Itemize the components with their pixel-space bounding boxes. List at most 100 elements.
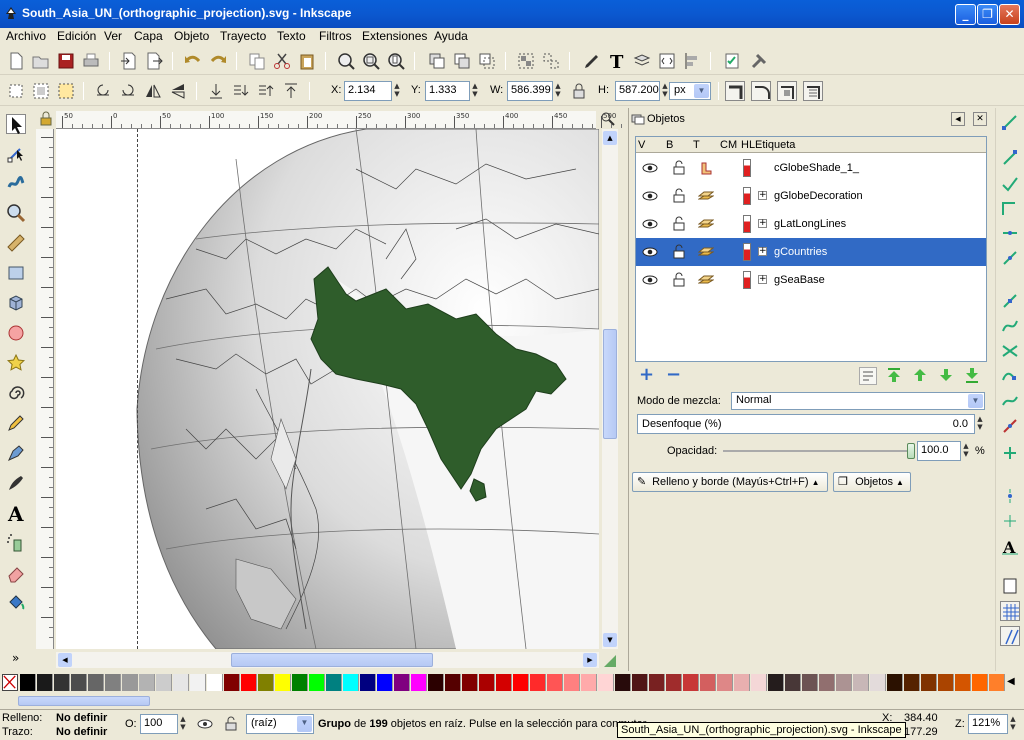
align-dialog-icon[interactable] xyxy=(682,51,702,71)
redo-icon[interactable] xyxy=(208,51,228,71)
minimize-button[interactable]: _ xyxy=(955,4,976,25)
cut-icon[interactable] xyxy=(272,51,292,71)
menu-archivo[interactable]: Archivo xyxy=(6,29,46,43)
menu-trayecto[interactable]: Trayecto xyxy=(220,29,266,43)
w-field[interactable]: 586.399 xyxy=(507,81,553,101)
menu-filtros[interactable]: Filtros xyxy=(319,29,352,43)
color-swatch[interactable] xyxy=(428,674,444,691)
color-swatch[interactable] xyxy=(955,674,971,691)
highlight-color-swatch[interactable] xyxy=(743,271,751,289)
rotate-ccw-icon[interactable] xyxy=(93,81,113,101)
zoom-corner-icon[interactable] xyxy=(600,111,616,127)
close-panel-icon[interactable]: ✕ xyxy=(973,112,987,126)
vertical-scrollbar[interactable]: ▲ ▼ xyxy=(602,129,618,649)
text-font-dialog-icon[interactable]: T xyxy=(607,51,627,73)
w-spin-arrows[interactable]: ▲ ▼ xyxy=(553,82,563,100)
open-icon[interactable] xyxy=(31,51,51,71)
snap-page-border-icon[interactable] xyxy=(1000,576,1020,596)
color-swatch[interactable] xyxy=(88,674,104,691)
selector-tool-icon[interactable] xyxy=(6,114,26,134)
object-row[interactable]: + gGlobeDecoration xyxy=(636,182,986,210)
calligraphy-tool-icon[interactable] xyxy=(6,473,26,493)
color-swatch[interactable] xyxy=(411,674,427,691)
blur-slider[interactable]: Desenfoque (%) 0.0 xyxy=(637,414,975,434)
horizontal-scrollbar[interactable]: ◀ ▶ xyxy=(56,652,599,668)
scroll-left-icon[interactable]: ◀ xyxy=(58,653,72,667)
color-swatch[interactable] xyxy=(122,674,138,691)
object-label[interactable]: gLatLongLines xyxy=(774,218,846,230)
new-document-icon[interactable] xyxy=(6,51,26,71)
y-field[interactable]: 1.333 xyxy=(425,81,470,101)
color-swatch[interactable] xyxy=(326,674,342,691)
scale-gradients-icon[interactable] xyxy=(777,81,797,101)
close-button[interactable]: ✕ xyxy=(999,4,1020,25)
color-swatch[interactable] xyxy=(581,674,597,691)
color-swatch[interactable] xyxy=(683,674,699,691)
highlight-color-swatch[interactable] xyxy=(743,159,751,177)
color-swatch[interactable] xyxy=(139,674,155,691)
layer-select[interactable]: (raíz) ▼ xyxy=(246,714,314,734)
opacity-status-arrows[interactable]: ▲ ▼ xyxy=(178,715,188,733)
box3d-tool-icon[interactable] xyxy=(6,293,26,313)
object-row[interactable]: cGlobeShade_1_ xyxy=(636,154,986,182)
ellipse-tool-icon[interactable] xyxy=(6,323,26,343)
h-field[interactable]: 587.200 xyxy=(615,81,660,101)
raise-to-top-icon[interactable] xyxy=(885,366,903,384)
palette-menu-icon[interactable]: ◀ xyxy=(1007,676,1015,687)
color-swatch[interactable] xyxy=(972,674,988,691)
snap-bbox-corner-icon[interactable] xyxy=(1000,198,1020,218)
color-swatch[interactable] xyxy=(615,674,631,691)
zoom-drawing-icon[interactable] xyxy=(361,51,381,71)
lock-toggle-icon[interactable] xyxy=(222,714,240,734)
color-swatch[interactable] xyxy=(343,674,359,691)
blur-spin-arrows[interactable]: ▲ ▼ xyxy=(975,415,985,433)
color-swatch[interactable] xyxy=(802,674,818,691)
color-swatch[interactable] xyxy=(700,674,716,691)
drawing-canvas[interactable] xyxy=(56,129,599,649)
undo-icon[interactable] xyxy=(183,51,203,71)
color-swatch[interactable] xyxy=(156,674,172,691)
horizontal-scroll-thumb[interactable] xyxy=(231,653,433,667)
export-icon[interactable] xyxy=(144,51,164,71)
tab-fill-stroke[interactable]: ✎ Relleno y borde (Mayús+Ctrl+F) ▲ xyxy=(632,472,828,492)
measure-tool-icon[interactable] xyxy=(6,233,26,253)
col-highlight[interactable]: HL xyxy=(741,139,755,151)
lock-icon[interactable] xyxy=(671,160,687,176)
lower-bottom-icon[interactable] xyxy=(206,81,226,101)
highlight-color-swatch[interactable] xyxy=(743,243,751,261)
color-swatch[interactable] xyxy=(768,674,784,691)
fill-stroke-dialog-icon[interactable] xyxy=(582,51,602,71)
lower-to-bottom-icon[interactable] xyxy=(963,366,981,384)
snap-cusp-icon[interactable] xyxy=(1000,366,1020,386)
opacity-field[interactable]: 100.0 xyxy=(917,441,961,461)
paste-icon[interactable] xyxy=(297,51,317,71)
color-swatch[interactable] xyxy=(530,674,546,691)
y-spin-arrows[interactable]: ▲ ▼ xyxy=(470,82,480,100)
snap-enable-icon[interactable] xyxy=(1000,112,1020,132)
maximize-button[interactable]: ❐ xyxy=(977,4,998,25)
color-swatch[interactable] xyxy=(649,674,665,691)
snap-text-baseline-icon[interactable]: A xyxy=(1000,536,1020,557)
object-row[interactable]: + gSeaBase xyxy=(636,266,986,294)
color-swatch[interactable] xyxy=(853,674,869,691)
x-field[interactable]: 2.134 xyxy=(344,81,392,101)
color-swatch[interactable] xyxy=(632,674,648,691)
scroll-right-icon[interactable]: ▶ xyxy=(583,653,597,667)
color-swatch[interactable] xyxy=(173,674,189,691)
duplicate-icon[interactable] xyxy=(427,51,447,71)
menu-capa[interactable]: Capa xyxy=(134,29,163,43)
snap-bbox-icon[interactable] xyxy=(1000,148,1020,168)
group-icon[interactable] xyxy=(516,51,536,71)
color-swatch[interactable] xyxy=(496,674,512,691)
snap-guide-icon[interactable] xyxy=(1000,626,1020,646)
add-object-icon[interactable]: + xyxy=(639,366,655,384)
highlight-color-swatch[interactable] xyxy=(743,215,751,233)
eye-icon[interactable] xyxy=(641,188,659,204)
color-swatch[interactable] xyxy=(836,674,852,691)
expand-icon[interactable]: + xyxy=(758,275,767,284)
object-label[interactable]: gCountries xyxy=(774,246,827,258)
select-all-layers-icon[interactable] xyxy=(31,81,51,101)
opacity-slider-thumb[interactable] xyxy=(907,443,915,459)
scale-stroke-icon[interactable] xyxy=(725,81,745,101)
rect-tool-icon[interactable] xyxy=(6,263,26,283)
